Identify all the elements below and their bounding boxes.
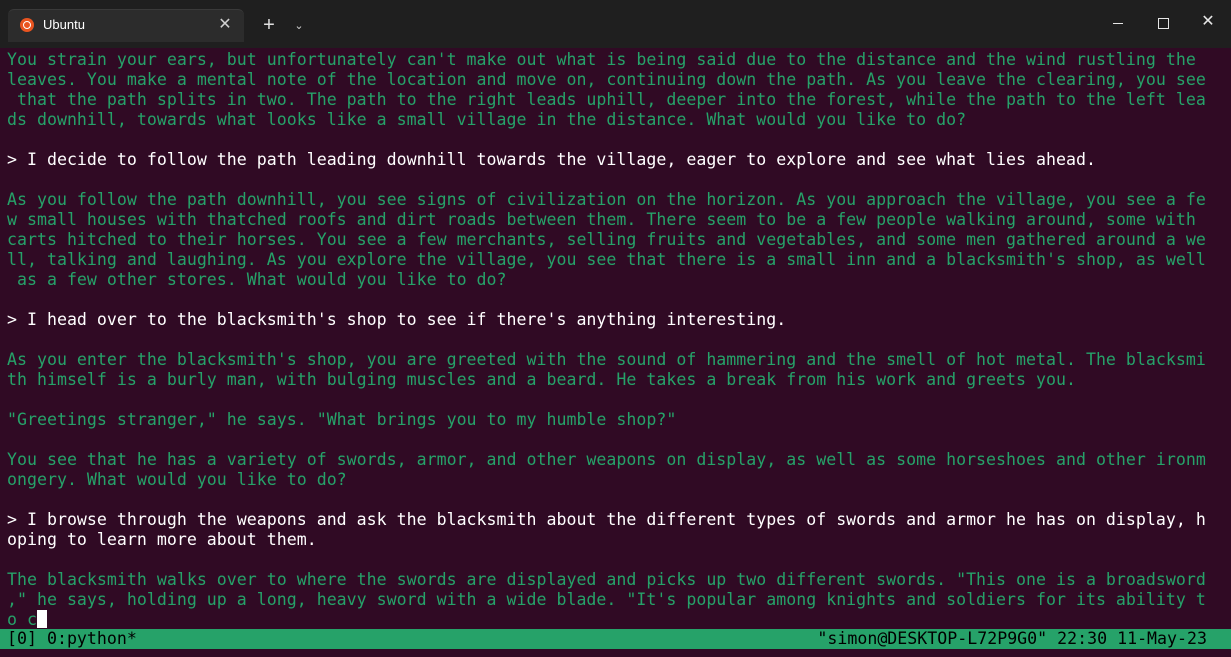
terminal-output-line: You strain your ears, but unfortunately … — [7, 50, 1196, 69]
terminal-cursor — [36, 610, 47, 628]
terminal-output-line: ll, talking and laughing. As you explore… — [7, 250, 1206, 269]
terminal-input-line: > I decide to follow the path leading do… — [7, 150, 1096, 169]
terminal-output-line: As you follow the path downhill, you see… — [7, 190, 1206, 209]
new-tab-button[interactable]: + — [256, 13, 282, 39]
terminal-output-line: th himself is a burly man, with bulging … — [7, 370, 1076, 389]
terminal-output-line: carts hitched to their horses. You see a… — [7, 230, 1206, 249]
minimize-icon — [1113, 22, 1123, 24]
terminal-output-line: that the path splits in two. The path to… — [7, 90, 1206, 109]
tab-close-button[interactable]: ✕ — [214, 14, 236, 36]
terminal-output-line: leaves. You make a mental note of the lo… — [7, 70, 1206, 89]
maximize-button[interactable] — [1143, 8, 1183, 36]
ubuntu-logo-icon — [20, 18, 34, 32]
terminal-output-line: As you enter the blacksmith's shop, you … — [7, 350, 1206, 369]
tab-title: Ubuntu — [43, 17, 85, 32]
terminal-output-line: ongery. What would you like to do? — [7, 470, 347, 489]
terminal-input-line: > I browse through the weapons and ask t… — [7, 510, 1206, 529]
close-icon: ✕ — [1201, 13, 1215, 30]
minimize-button[interactable] — [1098, 8, 1138, 36]
status-session-window: [0] 0:python* — [7, 629, 137, 648]
close-window-button[interactable]: ✕ — [1188, 8, 1228, 36]
tab-dropdown-button[interactable]: ⌄ — [289, 14, 309, 38]
terminal-output-line: You see that he has a variety of swords,… — [7, 450, 1206, 469]
terminal-output-line: ," he says, holding up a long, heavy swo… — [7, 590, 1206, 609]
title-bar[interactable]: Ubuntu ✕ + ⌄ ✕ — [0, 0, 1231, 48]
terminal-output-line: ds downhill, towards what looks like a s… — [7, 110, 967, 129]
maximize-icon — [1157, 17, 1169, 29]
terminal-output-line: o c — [7, 610, 47, 630]
terminal-output-line: "Greetings stranger," he says. "What bri… — [7, 410, 677, 429]
terminal-input-line: > I head over to the blacksmith's shop t… — [7, 310, 787, 329]
terminal-input-line: oping to learn more about them. — [7, 530, 317, 549]
terminal-output-line: as a few other stores. What would you li… — [7, 270, 507, 289]
tab-ubuntu[interactable]: Ubuntu ✕ — [8, 9, 244, 42]
terminal-output-line: w small houses with thatched roofs and d… — [7, 210, 1196, 229]
terminal-window: Ubuntu ✕ + ⌄ ✕ You strain your ears, but… — [0, 0, 1231, 657]
status-host-time: "simon@DESKTOP-L72P9G0" 22:30 11-May-23 — [817, 629, 1207, 648]
bottom-padding — [0, 649, 1231, 657]
terminal-output-line: The blacksmith walks over to where the s… — [7, 570, 1206, 589]
terminal-output[interactable]: You strain your ears, but unfortunately … — [0, 48, 1231, 629]
tmux-status-bar: [0] 0:python* "simon@DESKTOP-L72P9G0" 22… — [0, 629, 1231, 649]
